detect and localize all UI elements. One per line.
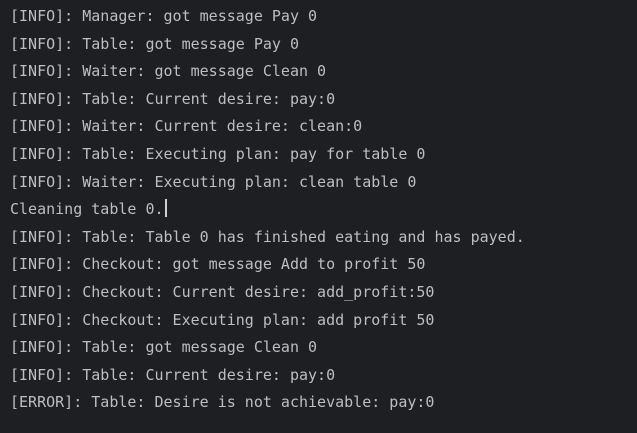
log-line: [INFO]: Table: got message Pay 0 <box>10 34 299 53</box>
log-line: [INFO]: Checkout: got message Add to pro… <box>10 255 426 274</box>
log-line: [INFO]: Table: Executing plan: pay for t… <box>10 144 426 163</box>
log-line: [INFO]: Manager: got message Pay 0 <box>10 7 318 25</box>
console-output[interactable]: [INFO]: Manager: got message Pay 0 [INFO… <box>0 0 637 433</box>
log-line: [INFO]: Checkout: Current desire: add_pr… <box>10 282 435 301</box>
log-line: [INFO]: Table: Current desire: pay:0 <box>10 89 336 108</box>
log-line-with-cursor: Cleaning table 0. <box>10 196 637 224</box>
log-line: [INFO]: Table: Table 0 has finished eati… <box>10 227 525 246</box>
log-line: [INFO]: Table: Current desire: pay:0 <box>10 365 336 384</box>
log-line: [INFO]: Waiter: got message Clean 0 <box>10 62 327 81</box>
log-line: [INFO]: Waiter: Current desire: clean:0 <box>10 117 363 136</box>
log-line: [INFO]: Waiter: Executing plan: clean ta… <box>10 172 417 191</box>
log-line: [INFO]: Checkout: Executing plan: add pr… <box>10 310 435 329</box>
text-cursor <box>164 199 167 218</box>
log-line: [INFO]: Table: got message Clean 0 <box>10 338 318 357</box>
log-line-error: [ERROR]: Table: Desire is not achievable… <box>10 393 435 412</box>
log-line-text: Cleaning table 0. <box>10 200 164 219</box>
